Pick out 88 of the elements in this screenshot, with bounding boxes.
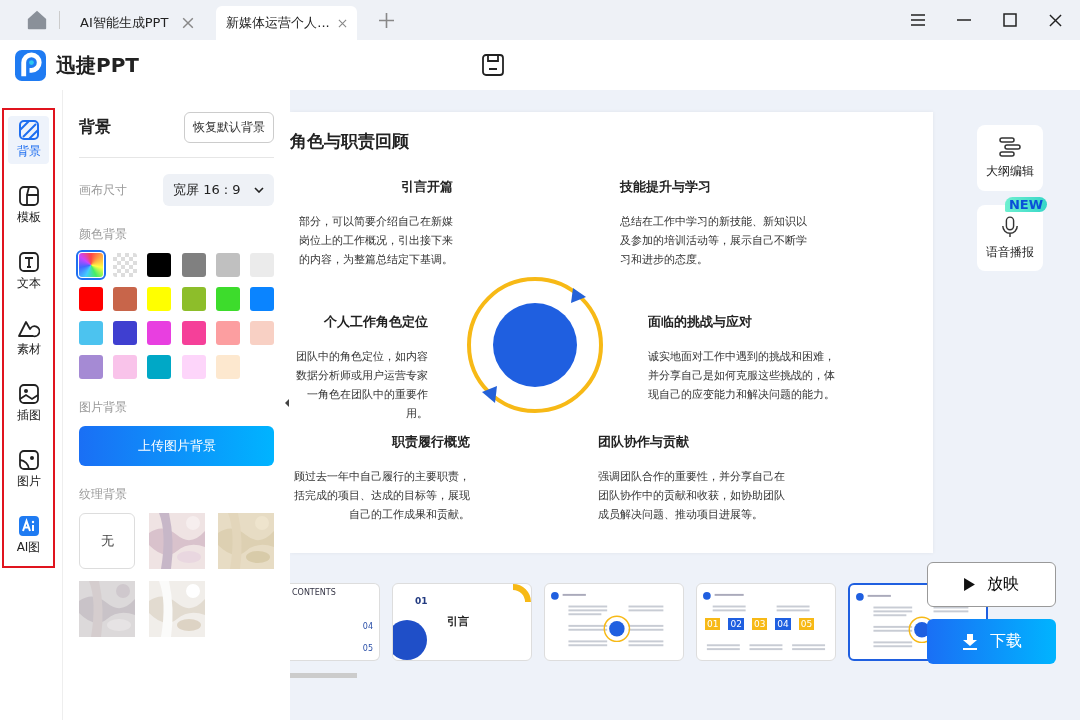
microphone-icon	[1001, 215, 1019, 238]
color-swatch[interactable]	[79, 321, 103, 345]
play-icon	[964, 578, 975, 591]
section-heading: 团队协作与贡献	[598, 433, 689, 451]
sidebar-item[interactable]: AI图	[8, 512, 49, 560]
color-swatch[interactable]	[249, 321, 274, 345]
image-icon	[18, 384, 39, 404]
color-swatch[interactable]	[215, 355, 240, 379]
ai-icon	[18, 516, 39, 536]
color-swatch[interactable]	[79, 355, 103, 379]
tool-button[interactable]: 大纲编辑	[977, 125, 1043, 191]
canvas-size-dropdown[interactable]: 宽屏 16 : 9	[163, 174, 274, 206]
new-badge: NEW	[1004, 197, 1047, 212]
reset-background-button[interactable]: 恢复默认背景	[184, 112, 274, 143]
sidebar-item[interactable]: 背景	[8, 116, 49, 164]
sidebar-item[interactable]: 素材	[8, 314, 49, 362]
tab[interactable]: AI智能生成PPT	[70, 6, 205, 40]
slide-thumbnail[interactable]: 01 02 03 04 05	[696, 583, 836, 661]
logo-icon	[15, 49, 46, 81]
color-swatch[interactable]	[249, 287, 274, 311]
color-swatch[interactable]	[113, 321, 138, 345]
section-label: 颜色背景	[79, 226, 128, 243]
sidebar-item[interactable]: 图片	[8, 446, 49, 494]
layout-icon	[18, 186, 39, 206]
app-logo: 迅捷PPT	[56, 51, 139, 79]
panel-title: 背景	[79, 117, 111, 138]
menu-icon[interactable]	[911, 14, 925, 26]
section-heading: 职责履行概览	[392, 433, 470, 451]
tab[interactable]: 新媒体运营个人...	[216, 6, 357, 40]
download-icon	[961, 633, 978, 650]
color-swatch[interactable]	[147, 253, 172, 277]
color-swatch[interactable]	[215, 253, 240, 277]
save-icon[interactable]	[481, 54, 504, 76]
thumbnail-text: 01	[415, 596, 428, 606]
step-number: 04	[775, 618, 791, 630]
section-label: 图片背景	[79, 399, 128, 416]
sidebar-item[interactable]: 插图	[8, 380, 49, 428]
step-number: 02	[728, 618, 744, 630]
section-text: 总结在工作中学习的新技能、新知识以 及参加的培训活动等，展示自己不断学 习和进步的态度。	[620, 214, 807, 268]
gradient-swatch[interactable]	[79, 253, 103, 277]
color-swatch[interactable]	[181, 355, 206, 379]
striped-square-icon	[18, 120, 39, 140]
chevron-down-icon	[254, 187, 264, 193]
section-heading: 面临的挑战与应对	[648, 313, 752, 331]
step-number: 03	[751, 618, 768, 630]
sidebar-item[interactable]: 模板	[8, 182, 49, 230]
color-swatch[interactable]	[147, 355, 172, 379]
color-swatch[interactable]	[147, 321, 172, 345]
slide-title: 角色与职责回顾	[290, 130, 409, 153]
step-number: 05	[798, 618, 815, 630]
maximize-icon[interactable]	[1003, 13, 1017, 27]
section-text: 部分，可以简要介绍自己在新媒 岗位上的工作概况，引出接下来 的内容，为整篇总结定下基调。	[299, 214, 453, 268]
play-button[interactable]: 放映	[927, 562, 1056, 607]
color-swatch[interactable]	[147, 287, 172, 311]
color-swatch[interactable]	[113, 287, 138, 311]
color-swatch[interactable]	[113, 355, 138, 379]
shapes-icon	[17, 318, 40, 338]
slide-thumbnail[interactable]: 01 引言	[392, 583, 532, 661]
text-icon	[18, 252, 39, 272]
section-text: 团队中的角色定位，如内容 数据分析师或用户运营专家 一角色在团队中的重要作 用。	[296, 349, 428, 422]
color-swatch[interactable]	[181, 253, 206, 277]
step-number: 01	[705, 618, 721, 630]
section-text: 强调团队合作的重要性，并分享自己在 团队协作中的贡献和收获，如协助团队 成员解决问题、推动项目进展等。	[598, 469, 785, 523]
home-icon[interactable]	[25, 9, 49, 31]
thumbnail-text: CONTENTS	[292, 588, 336, 597]
color-swatch[interactable]	[79, 287, 103, 311]
section-heading: 技能提升与学习	[620, 178, 711, 196]
slide-thumbnail[interactable]: CONTENTS 04 05	[290, 583, 380, 661]
color-swatch[interactable]	[215, 321, 240, 345]
color-swatch[interactable]	[215, 287, 240, 311]
field-label: 画布尺寸	[79, 181, 127, 199]
section-text: 顾过去一年中自己履行的主要职责， 括完成的项目、达成的目标等，展现 自己的工作成果和贡献。	[294, 469, 470, 523]
section-heading: 引言开篇	[401, 178, 453, 196]
section-heading: 个人工作角色定位	[324, 313, 428, 331]
close-icon[interactable]	[1049, 13, 1062, 27]
add-tab-icon[interactable]	[378, 12, 394, 28]
photo-icon	[18, 450, 39, 470]
arc-shape	[513, 584, 531, 602]
thumbnail-text: 04	[362, 622, 373, 631]
thumbnail-text: 引言	[447, 614, 469, 629]
thumbnail-text: 05	[362, 644, 373, 653]
section-text: 诚实地面对工作中遇到的挑战和困难， 并分享自己是如何克服这些挑战的，体 现自己的应变能力和解决问题的能力。	[648, 349, 835, 403]
section-label: 纹理背景	[79, 486, 128, 503]
no-texture-option[interactable]: 无	[79, 513, 135, 569]
color-swatch[interactable]	[181, 321, 206, 345]
outline-icon	[999, 136, 1021, 157]
sidebar-item[interactable]: 文本	[8, 248, 49, 296]
color-swatch[interactable]	[181, 287, 206, 311]
